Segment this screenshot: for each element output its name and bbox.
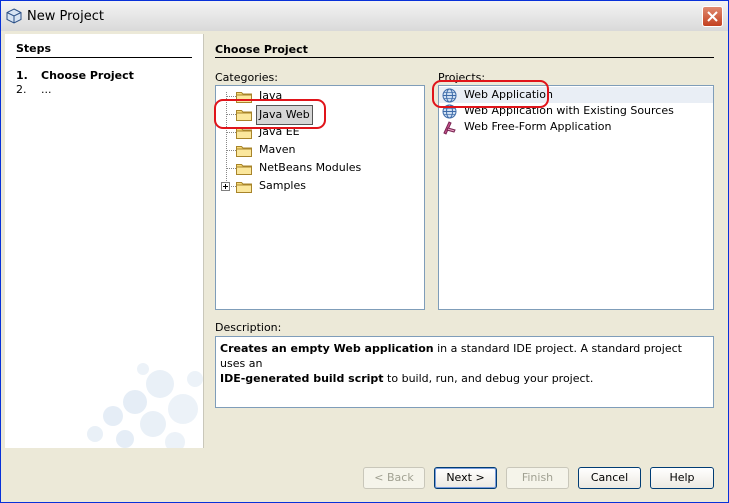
freeform-icon [443,121,456,135]
project-item-web-free-form[interactable]: Web Free-Form Application [439,119,713,135]
project-label: Web Free-Form Application [464,120,612,133]
close-icon [707,11,718,22]
step-item-1: 1. Choose Project [16,69,134,82]
back-button[interactable]: < Back [363,467,425,489]
next-button[interactable]: Next > [434,467,497,489]
steps-panel: Steps 1. Choose Project 2.... [5,34,204,448]
steps-divider [16,57,192,58]
new-project-dialog: New Project Steps 1. Choose Project 2.... [0,0,729,503]
expand-icon[interactable] [221,182,230,191]
step-number: 2. [16,83,27,96]
title-bar[interactable]: New Project [1,1,728,31]
description-text-2: to build, run, and debug your project. [383,372,594,385]
steps-title: Steps [16,42,52,55]
tree-connector [226,132,236,133]
close-button[interactable] [702,6,723,27]
description-bold-1: Creates an empty Web application [220,342,434,355]
category-item-netbeans-modules[interactable]: NetBeans Modules [216,159,424,177]
step-number: 1. [16,69,28,82]
category-item-samples[interactable]: Samples [216,177,424,195]
help-button[interactable]: Help [650,467,714,489]
decorative-bubbles-image [87,363,203,448]
cancel-button[interactable]: Cancel [578,467,641,489]
page-title: Choose Project [215,43,308,56]
folder-icon [236,182,252,193]
description-text: Creates an empty Web application in a st… [215,336,714,408]
category-item-maven[interactable]: Maven [216,141,424,159]
folder-icon [236,146,252,157]
category-label: Maven [259,143,296,156]
tree-connector [226,168,236,169]
window-title: New Project [27,9,104,24]
highlight-oval-web-application [432,80,549,108]
netbeans-cube-icon [6,8,22,24]
step-label: ... [41,83,52,96]
tree-connector [226,150,236,151]
step-label: Choose Project [41,69,134,82]
categories-label: Categories: [215,71,278,84]
title-divider [215,57,714,58]
highlight-oval-java-web [214,99,326,129]
category-label: NetBeans Modules [259,161,362,174]
description-label: Description: [215,321,282,334]
projects-list[interactable]: Web Application Web Application with Exi… [438,85,714,310]
step-item-2: 2.... [16,83,52,96]
finish-button[interactable]: Finish [506,467,569,489]
description-bold-2: IDE-generated build script [220,372,384,385]
category-label: Samples [259,179,306,192]
tree-connector [226,96,236,97]
folder-icon [236,164,252,175]
